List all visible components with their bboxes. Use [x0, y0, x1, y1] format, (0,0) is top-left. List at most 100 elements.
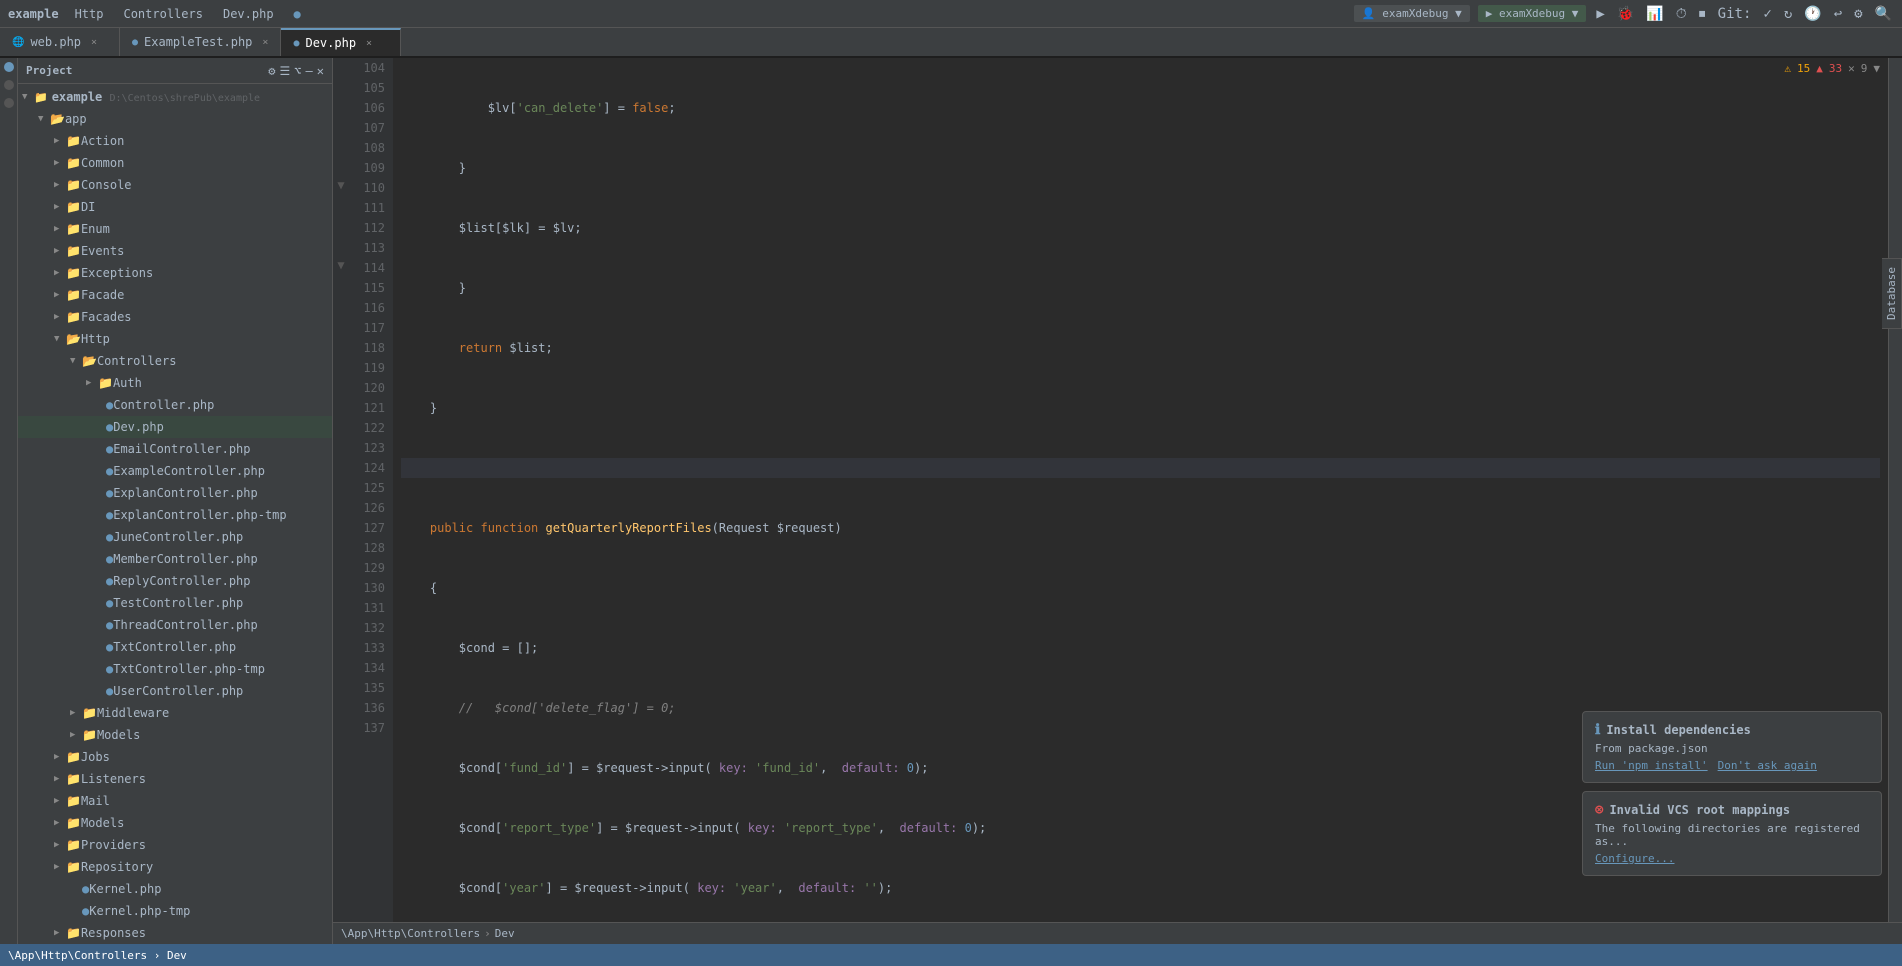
tree-reply-label: ReplyController.php	[113, 574, 250, 588]
right-gutter[interactable]	[1888, 58, 1902, 922]
tree-project[interactable]: ▼ 📁 example D:\Centos\shrePub\example	[18, 86, 332, 108]
tree-repository[interactable]: ▶ 📁 Repository	[18, 856, 332, 878]
folder-icon: 📁	[66, 134, 81, 148]
tree-events[interactable]: ▶ 📁 Events	[18, 240, 332, 262]
tree-file-txt[interactable]: ● TxtController.php	[18, 636, 332, 658]
tree-file-member[interactable]: ● MemberController.php	[18, 548, 332, 570]
git-update-icon[interactable]: ↻	[1782, 4, 1794, 24]
err-triangle-icon: ▲	[1816, 62, 1823, 75]
git-check-icon[interactable]: ✓	[1761, 4, 1773, 24]
database-tab[interactable]: Database	[1882, 258, 1902, 329]
notif-dont-ask-link[interactable]: Don't ask again	[1718, 759, 1817, 772]
menu-devphp[interactable]: ●	[290, 5, 308, 23]
tree-models-http[interactable]: ▶ 📁 Models	[18, 724, 332, 746]
tree-jobs-label: Jobs	[81, 750, 110, 764]
tree-auth[interactable]: ▶ 📁 Auth	[18, 372, 332, 394]
cross-val: 9	[1861, 62, 1868, 75]
stop-icon[interactable]: ⏹	[1697, 4, 1708, 24]
tab-dev[interactable]: ● Dev.php ×	[281, 28, 401, 56]
tab-example[interactable]: ● ExampleTest.php ×	[120, 28, 281, 56]
notif-vcs-title: ⊗ Invalid VCS root mappings	[1595, 802, 1869, 818]
tree-exceptions-label: Exceptions	[81, 266, 153, 280]
folder-icon: 📁	[66, 310, 81, 324]
tree-listeners[interactable]: ▶ 📁 Listeners	[18, 768, 332, 790]
user-button[interactable]: 👤 examXdebug ▼	[1354, 5, 1470, 22]
tree-mail-label: Mail	[81, 794, 110, 808]
tab-dev-close[interactable]: ×	[366, 38, 372, 49]
profile-icon[interactable]: ⏱	[1674, 4, 1689, 24]
settings-icon[interactable]: ⚙	[1852, 4, 1864, 24]
tree-file-user[interactable]: ● UserController.php	[18, 680, 332, 702]
tree-repository-label: Repository	[81, 860, 153, 874]
tree-app[interactable]: ▼ 📂 app	[18, 108, 332, 130]
tree-file-dev[interactable]: ● Dev.php	[18, 416, 332, 438]
sidebar: Project ⚙ ☰ ⌥ — ✕ ▼ 📁 example D:\Centos\…	[18, 58, 333, 944]
tree-file-test[interactable]: ● TestController.php	[18, 592, 332, 614]
code-line-108: return $list;	[401, 338, 1880, 358]
sidebar-layout-icon[interactable]: ☰	[280, 64, 291, 78]
tree-arrow: ▼	[70, 356, 82, 366]
sidebar-close-icon[interactable]: ✕	[317, 64, 324, 78]
tree-txt-label: TxtController.php	[113, 640, 236, 654]
tree-facade[interactable]: ▶ 📁 Facade	[18, 284, 332, 306]
git-undo-icon[interactable]: ↩	[1832, 4, 1844, 24]
tree-di[interactable]: ▶ 📁 DI	[18, 196, 332, 218]
tree-controllers-label: Controllers	[97, 354, 176, 368]
tree-action[interactable]: ▶ 📁 Action	[18, 130, 332, 152]
tree-file-june[interactable]: ● JuneController.php	[18, 526, 332, 548]
tree-file-controller[interactable]: ● Controller.php	[18, 394, 332, 416]
tab-example-close[interactable]: ×	[262, 37, 268, 48]
tree-file-reply[interactable]: ● ReplyController.php	[18, 570, 332, 592]
tree-file-explan-tmp[interactable]: ● ExplanController.php-tmp	[18, 504, 332, 526]
notif-configure-link[interactable]: Configure...	[1595, 852, 1674, 865]
code-line-113: $cond = [];	[401, 638, 1880, 658]
run-icon[interactable]: ▶	[1594, 4, 1606, 24]
tree-file-kernel[interactable]: ● Kernel.php	[18, 878, 332, 900]
warn-chevron-icon[interactable]: ▼	[1873, 62, 1880, 75]
left-strip-dot-1[interactable]	[4, 62, 14, 72]
tree-arrow: ▶	[54, 290, 66, 300]
tree-console[interactable]: ▶ 📁 Console	[18, 174, 332, 196]
sidebar-filter-icon[interactable]: ⌥	[294, 64, 301, 78]
tab-web-close[interactable]: ×	[91, 37, 97, 48]
tree-exceptions[interactable]: ▶ 📁 Exceptions	[18, 262, 332, 284]
tree-common[interactable]: ▶ 📁 Common	[18, 152, 332, 174]
code-line-110	[401, 458, 1880, 478]
tree-facades[interactable]: ▶ 📁 Facades	[18, 306, 332, 328]
tree-middleware[interactable]: ▶ 📁 Middleware	[18, 702, 332, 724]
file-icon: ●	[82, 904, 89, 918]
sidebar-settings-icon[interactable]: ⚙	[268, 64, 275, 78]
debug-button[interactable]: ▶ examXdebug ▼	[1478, 5, 1587, 22]
tree-common-label: Common	[81, 156, 124, 170]
tree-file-example[interactable]: ● ExampleController.php	[18, 460, 332, 482]
tree-file-explan[interactable]: ● ExplanController.php	[18, 482, 332, 504]
tree-jobs[interactable]: ▶ 📁 Jobs	[18, 746, 332, 768]
notif-npm-install-link[interactable]: Run 'npm install'	[1595, 759, 1708, 772]
tree-controllers[interactable]: ▼ 📂 Controllers	[18, 350, 332, 372]
tree-enum[interactable]: ▶ 📁 Enum	[18, 218, 332, 240]
coverage-icon[interactable]: 📊	[1644, 4, 1665, 24]
tree-user-label: UserController.php	[113, 684, 243, 698]
tree-file-kernel-tmp[interactable]: ● Kernel.php-tmp	[18, 900, 332, 922]
notification-panel: ℹ Install dependencies From package.json…	[1582, 711, 1882, 884]
tree-file-txt-tmp[interactable]: ● TxtController.php-tmp	[18, 658, 332, 680]
tree-file-email[interactable]: ● EmailController.php	[18, 438, 332, 460]
menu-http[interactable]: Controllers	[119, 5, 206, 23]
tree-models[interactable]: ▶ 📁 Models	[18, 812, 332, 834]
debug-icon[interactable]: 🐞	[1615, 4, 1636, 24]
git-clock-icon[interactable]: 🕐	[1802, 4, 1823, 24]
left-strip-dot-2[interactable]	[4, 80, 14, 90]
tree-providers-label: Providers	[81, 838, 146, 852]
tree-responses[interactable]: ▶ 📁 Responses	[18, 922, 332, 944]
menu-app[interactable]: Http	[71, 5, 108, 23]
tree-mail[interactable]: ▶ 📁 Mail	[18, 790, 332, 812]
sidebar-collapse-icon[interactable]: —	[306, 64, 313, 78]
left-strip-dot-3[interactable]	[4, 98, 14, 108]
file-icon: ●	[106, 464, 113, 478]
tab-web[interactable]: 🌐 web.php ×	[0, 28, 120, 56]
search-icon[interactable]: 🔍	[1873, 4, 1894, 24]
tree-http[interactable]: ▼ 📂 Http	[18, 328, 332, 350]
tree-file-thread[interactable]: ● ThreadController.php	[18, 614, 332, 636]
menu-controllers[interactable]: Dev.php	[219, 5, 278, 23]
tree-providers[interactable]: ▶ 📁 Providers	[18, 834, 332, 856]
